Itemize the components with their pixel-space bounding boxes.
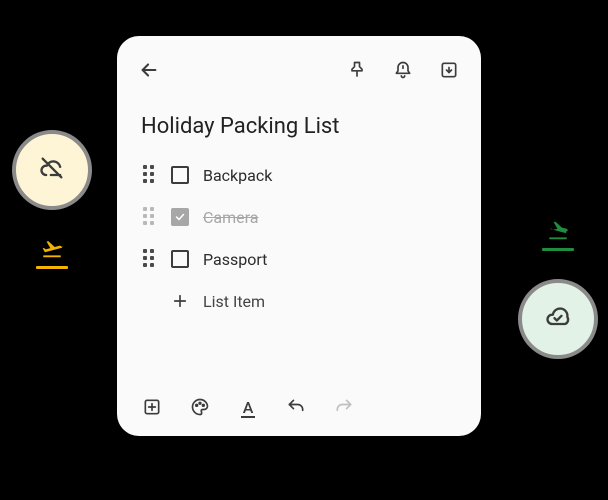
- redo-icon: [334, 397, 354, 421]
- flight-land-indicator: [542, 220, 574, 251]
- drag-handle-icon[interactable]: [143, 207, 157, 227]
- palette-icon: [190, 397, 210, 421]
- cloud-done-button[interactable]: [518, 279, 598, 359]
- pin-button[interactable]: [345, 60, 369, 84]
- add-content-button[interactable]: [141, 398, 163, 420]
- note-title[interactable]: Holiday Packing List: [137, 114, 461, 139]
- archive-icon: [439, 60, 459, 84]
- list-item: Backpack: [143, 161, 461, 189]
- undo-button[interactable]: [285, 398, 307, 420]
- undo-icon: [286, 397, 306, 421]
- plus-icon: [171, 292, 189, 310]
- flight-takeoff-icon: [38, 238, 66, 264]
- add-item-label: List Item: [203, 292, 265, 311]
- reminder-button[interactable]: [391, 60, 415, 84]
- flight-takeoff-indicator: [36, 238, 68, 269]
- color-palette-button[interactable]: [189, 398, 211, 420]
- cloud-done-icon: [544, 303, 572, 335]
- text-format-icon: A: [241, 400, 256, 418]
- list-item: Passport: [143, 245, 461, 273]
- checklist: Backpack Camera Passport: [137, 161, 461, 315]
- checkbox[interactable]: [171, 208, 189, 226]
- add-box-icon: [142, 397, 162, 421]
- checkbox[interactable]: [171, 250, 189, 268]
- cloud-off-button[interactable]: [12, 130, 92, 210]
- redo-button[interactable]: [333, 398, 355, 420]
- drag-handle-icon[interactable]: [143, 249, 157, 269]
- list-item-label[interactable]: Passport: [203, 250, 267, 269]
- drag-handle-icon[interactable]: [143, 165, 157, 185]
- pin-icon: [347, 60, 367, 84]
- note-footer: A: [137, 388, 461, 420]
- note-card: Holiday Packing List Backpack Camera: [117, 36, 481, 436]
- list-item-label[interactable]: Backpack: [203, 166, 272, 185]
- flight-land-icon: [544, 220, 572, 246]
- list-item: Camera: [143, 203, 461, 231]
- list-item-label[interactable]: Camera: [203, 208, 258, 227]
- bell-alert-icon: [393, 60, 413, 84]
- cloud-off-icon: [38, 154, 66, 186]
- text-format-button[interactable]: A: [237, 398, 259, 420]
- archive-button[interactable]: [437, 60, 461, 84]
- back-arrow-icon: [138, 59, 160, 85]
- back-button[interactable]: [137, 60, 161, 84]
- checkbox[interactable]: [171, 166, 189, 184]
- note-header: [137, 58, 461, 86]
- add-list-item[interactable]: List Item: [143, 287, 461, 315]
